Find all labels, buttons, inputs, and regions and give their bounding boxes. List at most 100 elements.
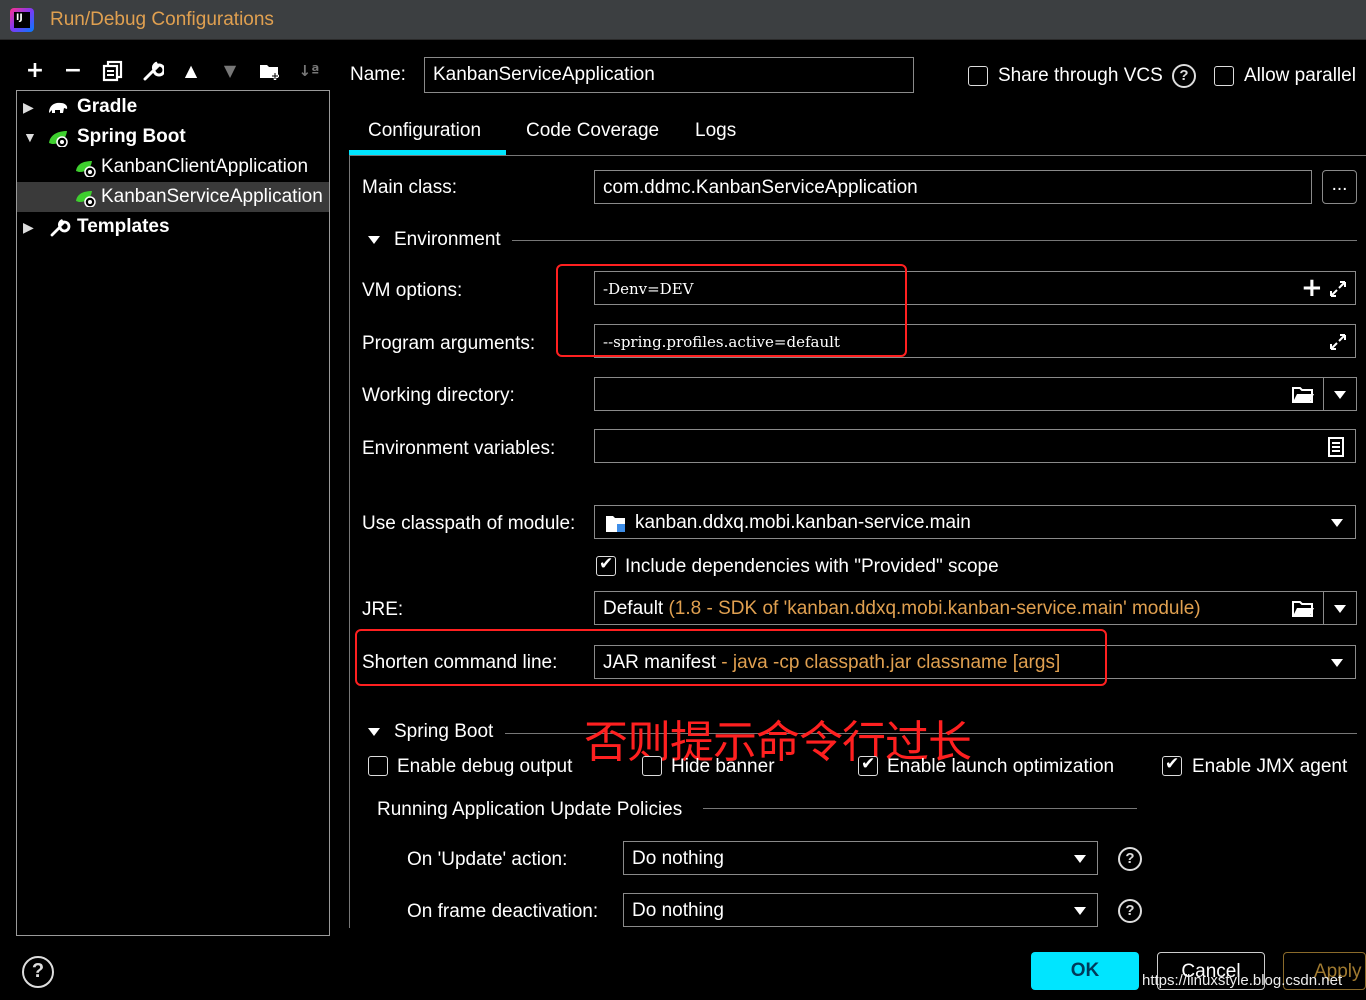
help-icon[interactable]: ? <box>22 956 54 988</box>
update-action-value: Do nothing <box>632 848 724 869</box>
env-vars-label: Environment variables: <box>362 438 556 459</box>
update-action-select[interactable]: Do nothing <box>623 841 1098 875</box>
title-bar: IJ Run/Debug Configurations <box>0 0 1366 40</box>
expand-arrow-icon[interactable]: ▶ <box>23 92 37 122</box>
share-vcs-label: Share through VCS <box>998 65 1163 86</box>
tree-item-templates[interactable]: ▶ Templates <box>17 212 329 242</box>
remove-icon[interactable]: − <box>60 60 86 84</box>
jre-field[interactable]: Default (1.8 - SDK of 'kanban.ddxq.mobi.… <box>594 591 1324 625</box>
edit-list-icon[interactable] <box>1327 436 1345 458</box>
vm-options-label: VM options: <box>362 280 463 301</box>
policies-title: Running Application Update Policies <box>377 799 683 820</box>
jre-value: Default (1.8 - SDK of 'kanban.ddxq.mobi.… <box>603 598 1201 620</box>
jre-label: JRE: <box>362 599 404 620</box>
tab-logs[interactable]: Logs <box>695 120 736 142</box>
tree-item-kanban-client[interactable]: KanbanClientApplication <box>17 152 329 182</box>
classpath-label: Use classpath of module: <box>362 513 576 534</box>
tree-item-label: KanbanClientApplication <box>101 156 309 177</box>
chevron-down-icon <box>1331 519 1343 527</box>
classpath-value: kanban.ddxq.mobi.kanban-service.main <box>635 512 971 533</box>
jmx-agent-checkbox[interactable] <box>1162 754 1182 776</box>
tab-code-coverage[interactable]: Code Coverage <box>526 120 659 142</box>
collapse-environment-icon[interactable] <box>368 236 380 244</box>
window-title: Run/Debug Configurations <box>50 9 274 30</box>
collapse-spring-boot-icon[interactable] <box>368 728 380 736</box>
debug-output-label: Enable debug output <box>397 756 573 777</box>
watermark: https://linuxstyle.blog.csdn.net <box>1142 972 1343 989</box>
folder-icon[interactable] <box>1291 385 1315 405</box>
help-icon[interactable]: ? <box>1118 847 1142 871</box>
expand-icon[interactable] <box>1329 333 1347 351</box>
include-deps-label: Include dependencies with "Provided" sco… <box>625 556 999 577</box>
jre-detail: (1.8 - SDK of 'kanban.ddxq.mobi.kanban-s… <box>663 598 1201 619</box>
new-folder-icon[interactable] <box>257 60 283 84</box>
tree-item-gradle[interactable]: ▶ Gradle <box>17 92 329 122</box>
tree-item-label: Gradle <box>77 96 138 117</box>
spring-boot-run-icon <box>76 191 96 207</box>
environment-section-title: Environment <box>394 229 501 250</box>
spring-boot-icon <box>49 131 68 147</box>
launch-optimization-label: Enable launch optimization <box>887 756 1115 777</box>
copy-icon[interactable] <box>100 60 126 84</box>
expand-arrow-icon[interactable]: ▶ <box>23 212 37 242</box>
jmx-agent-label: Enable JMX agent <box>1192 756 1348 777</box>
collapse-arrow-icon[interactable]: ▼ <box>23 122 37 152</box>
tree-item-label: KanbanServiceApplication <box>101 186 323 207</box>
help-icon[interactable]: ? <box>1118 899 1142 923</box>
chevron-down-icon <box>1074 855 1086 863</box>
sort-icon[interactable]: ↓ª <box>296 60 322 84</box>
working-dir-dropdown[interactable] <box>1323 377 1357 411</box>
tree-item-kanban-service[interactable]: KanbanServiceApplication <box>17 182 329 212</box>
module-folder-icon <box>606 516 625 532</box>
section-divider <box>703 808 1137 809</box>
name-field[interactable]: KanbanServiceApplication <box>424 57 914 93</box>
add-icon[interactable]: + <box>1301 273 1323 303</box>
move-down-icon[interactable]: ▼ <box>217 60 243 84</box>
wrench-icon[interactable] <box>140 60 166 84</box>
frame-deactivation-value: Do nothing <box>632 900 724 921</box>
hide-banner-label: Hide banner <box>671 756 775 777</box>
chevron-down-icon <box>1331 659 1343 667</box>
spring-boot-section-title: Spring Boot <box>394 721 494 742</box>
allow-parallel-label: Allow parallel <box>1244 65 1356 86</box>
expand-icon[interactable] <box>1329 280 1347 298</box>
chevron-down-icon <box>1334 391 1346 399</box>
working-dir-label: Working directory: <box>362 385 515 406</box>
jre-default: Default <box>603 598 664 619</box>
env-vars-field[interactable] <box>594 429 1356 463</box>
help-icon[interactable]: ? <box>1172 64 1196 88</box>
section-divider <box>512 240 1357 241</box>
intellij-app-icon: IJ <box>10 8 34 32</box>
classpath-module-select[interactable]: kanban.ddxq.mobi.kanban-service.main <box>594 505 1356 539</box>
move-up-icon[interactable]: ▲ <box>178 60 204 84</box>
include-deps-checkbox[interactable] <box>596 554 616 576</box>
browse-main-class-button[interactable]: ... <box>1322 170 1357 204</box>
name-label: Name: <box>350 64 406 85</box>
annotation-highlight-shorten <box>355 629 1107 686</box>
main-class-field[interactable]: com.ddmc.KanbanServiceApplication <box>594 170 1312 204</box>
chevron-down-icon <box>1074 907 1086 915</box>
frame-deactivation-select[interactable]: Do nothing <box>623 893 1098 927</box>
tab-configuration[interactable]: Configuration <box>368 120 481 142</box>
share-vcs-checkbox[interactable] <box>968 66 988 86</box>
allow-parallel-checkbox[interactable] <box>1214 66 1234 86</box>
tree-item-label: Spring Boot <box>77 126 186 147</box>
hide-banner-checkbox[interactable] <box>642 756 662 776</box>
debug-output-checkbox[interactable] <box>368 756 388 776</box>
annotation-highlight-vm-args <box>556 264 907 357</box>
configuration-tree[interactable]: ▶ Gradle ▼ Spring Boot KanbanClientAppli… <box>16 90 330 936</box>
add-icon[interactable]: + <box>22 60 48 84</box>
wrench-icon <box>50 219 71 237</box>
ok-button[interactable]: OK <box>1031 952 1139 990</box>
update-action-label: On 'Update' action: <box>407 849 568 870</box>
tree-item-spring-boot[interactable]: ▼ Spring Boot <box>17 122 329 152</box>
launch-optimization-checkbox[interactable] <box>858 754 878 776</box>
main-class-label: Main class: <box>362 177 458 198</box>
tree-item-label: Templates <box>77 216 170 237</box>
program-args-label: Program arguments: <box>362 333 536 354</box>
content-border <box>349 155 350 928</box>
working-dir-field[interactable] <box>594 377 1324 411</box>
folder-icon[interactable] <box>1291 599 1315 619</box>
jre-dropdown[interactable] <box>1323 591 1357 625</box>
tab-divider <box>349 155 1366 156</box>
